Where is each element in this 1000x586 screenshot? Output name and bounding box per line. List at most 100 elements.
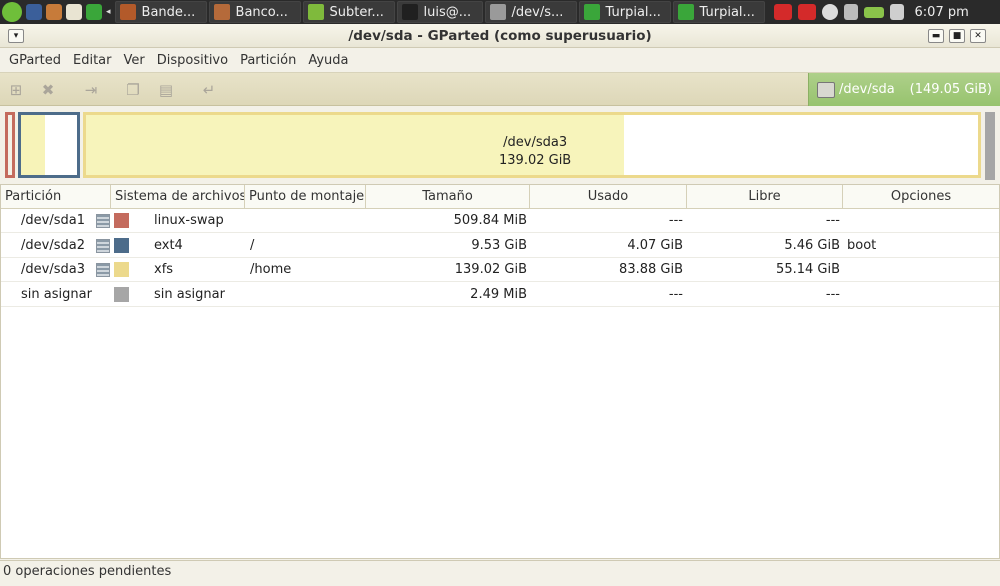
- menu-editar[interactable]: Editar: [68, 53, 117, 68]
- filesystem-color-swatch: [114, 262, 129, 277]
- taskbar-label: luis@...: [423, 4, 472, 20]
- taskbar-button[interactable]: Turpial...: [672, 1, 765, 23]
- graph-segment-sda3[interactable]: /dev/sda3 139.02 GiB: [83, 112, 981, 178]
- cell-montaje: [250, 209, 360, 233]
- cell-libre: 55.14 GiB: [776, 262, 840, 277]
- graph-segment-sda1[interactable]: [5, 112, 15, 178]
- lock-icon: [96, 263, 110, 277]
- window-titlebar: ▾ /dev/sda - GParted (como superusuario)…: [0, 24, 1000, 48]
- taskbar-button[interactable]: Bande...: [114, 1, 207, 23]
- red-app-icon[interactable]: [773, 4, 792, 20]
- file-manager-icon[interactable]: [46, 4, 62, 20]
- cell-usado: 83.88 GiB: [619, 262, 683, 277]
- minimize-button[interactable]: ▬: [928, 29, 944, 43]
- table-row[interactable]: /dev/sda1 linux-swap 509.84 MiB --- ---: [1, 209, 999, 233]
- menu-ver[interactable]: Ver: [119, 53, 150, 68]
- leaf-app-icon[interactable]: [86, 4, 102, 20]
- device-selector[interactable]: /dev/sda (149.05 GiB): [808, 73, 1000, 106]
- col-header-tamano[interactable]: Tamaño: [366, 185, 530, 209]
- red-app-icon[interactable]: [797, 4, 816, 20]
- close-button[interactable]: ✕: [970, 29, 986, 43]
- system-monitor-icon[interactable]: [26, 4, 42, 20]
- cell-tamano: 2.49 MiB: [470, 286, 527, 302]
- taskbar-button[interactable]: Turpial...: [578, 1, 671, 23]
- col-header-particion[interactable]: Partición: [1, 185, 111, 209]
- cell-opciones: [847, 209, 987, 233]
- table-row[interactable]: sin asignar sin asignar 2.49 MiB --- ---: [1, 283, 999, 307]
- cell-libre: ---: [825, 286, 840, 302]
- copy-icon[interactable]: ❐: [124, 81, 142, 99]
- battery-icon[interactable]: [863, 6, 884, 18]
- menu-gparted[interactable]: GParted: [4, 53, 66, 68]
- taskbar-button[interactable]: /dev/s...: [484, 1, 577, 23]
- task-app-icon: [307, 4, 324, 20]
- lock-icon: [96, 238, 110, 253]
- hard-disk-icon: [817, 81, 835, 98]
- partition-graph: /dev/sda3 139.02 GiB: [0, 106, 1000, 184]
- taskbar-label: Turpial...: [605, 4, 661, 20]
- notes-icon[interactable]: [66, 4, 82, 20]
- table-row[interactable]: /dev/sda2 ext4 / 9.53 GiB 4.07 GiB 5.46 GiB bo…: [1, 234, 999, 258]
- taskbar-label: Banco...: [235, 4, 288, 20]
- taskbar-button[interactable]: luis@...: [396, 1, 483, 23]
- menu-bar: GParted Editar Ver Dispositivo Partición…: [0, 48, 1000, 72]
- col-header-montaje[interactable]: Punto de montaje: [245, 185, 366, 209]
- cell-sistema: ext4: [154, 237, 183, 253]
- device-name: /dev/sda: [839, 82, 895, 97]
- cell-sistema: linux-swap: [154, 213, 224, 228]
- cell-tamano: 139.02 GiB: [454, 262, 527, 277]
- table-row[interactable]: /dev/sda3 xfs/home 139.02 GiB 83.88 GiB 55.1…: [1, 258, 999, 282]
- cell-opciones: [847, 258, 987, 282]
- device-size: (149.05 GiB): [909, 82, 992, 97]
- task-app-icon: [583, 4, 600, 20]
- segment-size: 139.02 GiB: [499, 153, 572, 168]
- cell-particion: /dev/sda2: [21, 237, 85, 253]
- maximize-button[interactable]: ■: [949, 29, 965, 43]
- used-space-bar: [21, 115, 45, 175]
- cell-sistema: xfs: [154, 262, 174, 277]
- clock[interactable]: 6:07 pm: [915, 5, 969, 20]
- new-partition-icon[interactable]: ⊞: [7, 81, 25, 99]
- table-header: Partición Sistema de archivos Punto de m…: [1, 185, 999, 209]
- col-header-sistema[interactable]: Sistema de archivos: [111, 185, 245, 209]
- filesystem-color-swatch: [114, 213, 129, 228]
- cell-montaje: /home: [250, 262, 292, 277]
- taskbar-label: Turpial...: [699, 4, 755, 20]
- taskbar-label: Subter...: [329, 4, 384, 20]
- gear-icon[interactable]: [821, 4, 838, 20]
- resize-move-icon[interactable]: ⇥: [82, 81, 100, 99]
- segment-label: /dev/sda3 139.02 GiB: [499, 134, 571, 170]
- volume-icon[interactable]: [889, 4, 904, 20]
- cell-montaje: /: [250, 237, 255, 253]
- paste-icon[interactable]: ▤: [157, 81, 175, 99]
- undo-icon[interactable]: ↵: [200, 81, 218, 99]
- col-header-usado[interactable]: Usado: [530, 185, 687, 209]
- panel-arrow-icon: ◂: [106, 7, 111, 17]
- cell-libre: 5.46 GiB: [784, 237, 840, 253]
- window-title: /dev/sda - GParted (como superusuario): [348, 28, 652, 44]
- status-bar: 0 operaciones pendientes: [0, 560, 1000, 586]
- cell-usado: ---: [668, 286, 683, 302]
- toolbar: ⊞ ✖ ⇥ ❐ ▤ ↵ /dev/sda (149.05 GiB): [0, 72, 1000, 106]
- cell-usado: ---: [668, 213, 683, 228]
- delete-icon[interactable]: ✖: [39, 81, 57, 99]
- col-header-opciones[interactable]: Opciones: [843, 185, 999, 209]
- cell-sistema: sin asignar: [154, 286, 225, 302]
- cell-opciones: [847, 283, 987, 307]
- taskbar-button[interactable]: Banco...: [208, 1, 301, 23]
- cell-particion: /dev/sda3: [21, 262, 85, 277]
- tool-icon[interactable]: [843, 4, 858, 20]
- partition-table: Partición Sistema de archivos Punto de m…: [0, 184, 1000, 559]
- filesystem-color-swatch: [114, 286, 129, 302]
- graph-segment-sda2[interactable]: [18, 112, 80, 178]
- taskbar-label: /dev/s...: [511, 4, 564, 20]
- graph-segment-unallocated[interactable]: [985, 112, 995, 180]
- menu-ayuda[interactable]: Ayuda: [303, 53, 353, 68]
- col-header-libre[interactable]: Libre: [687, 185, 843, 209]
- filesystem-color-swatch: [114, 237, 129, 253]
- menu-dispositivo[interactable]: Dispositivo: [152, 53, 233, 68]
- task-app-icon: [677, 4, 694, 20]
- taskbar-button[interactable]: Subter...: [302, 1, 395, 23]
- app-menu-icon[interactable]: [2, 2, 22, 22]
- menu-particion[interactable]: Partición: [235, 53, 301, 68]
